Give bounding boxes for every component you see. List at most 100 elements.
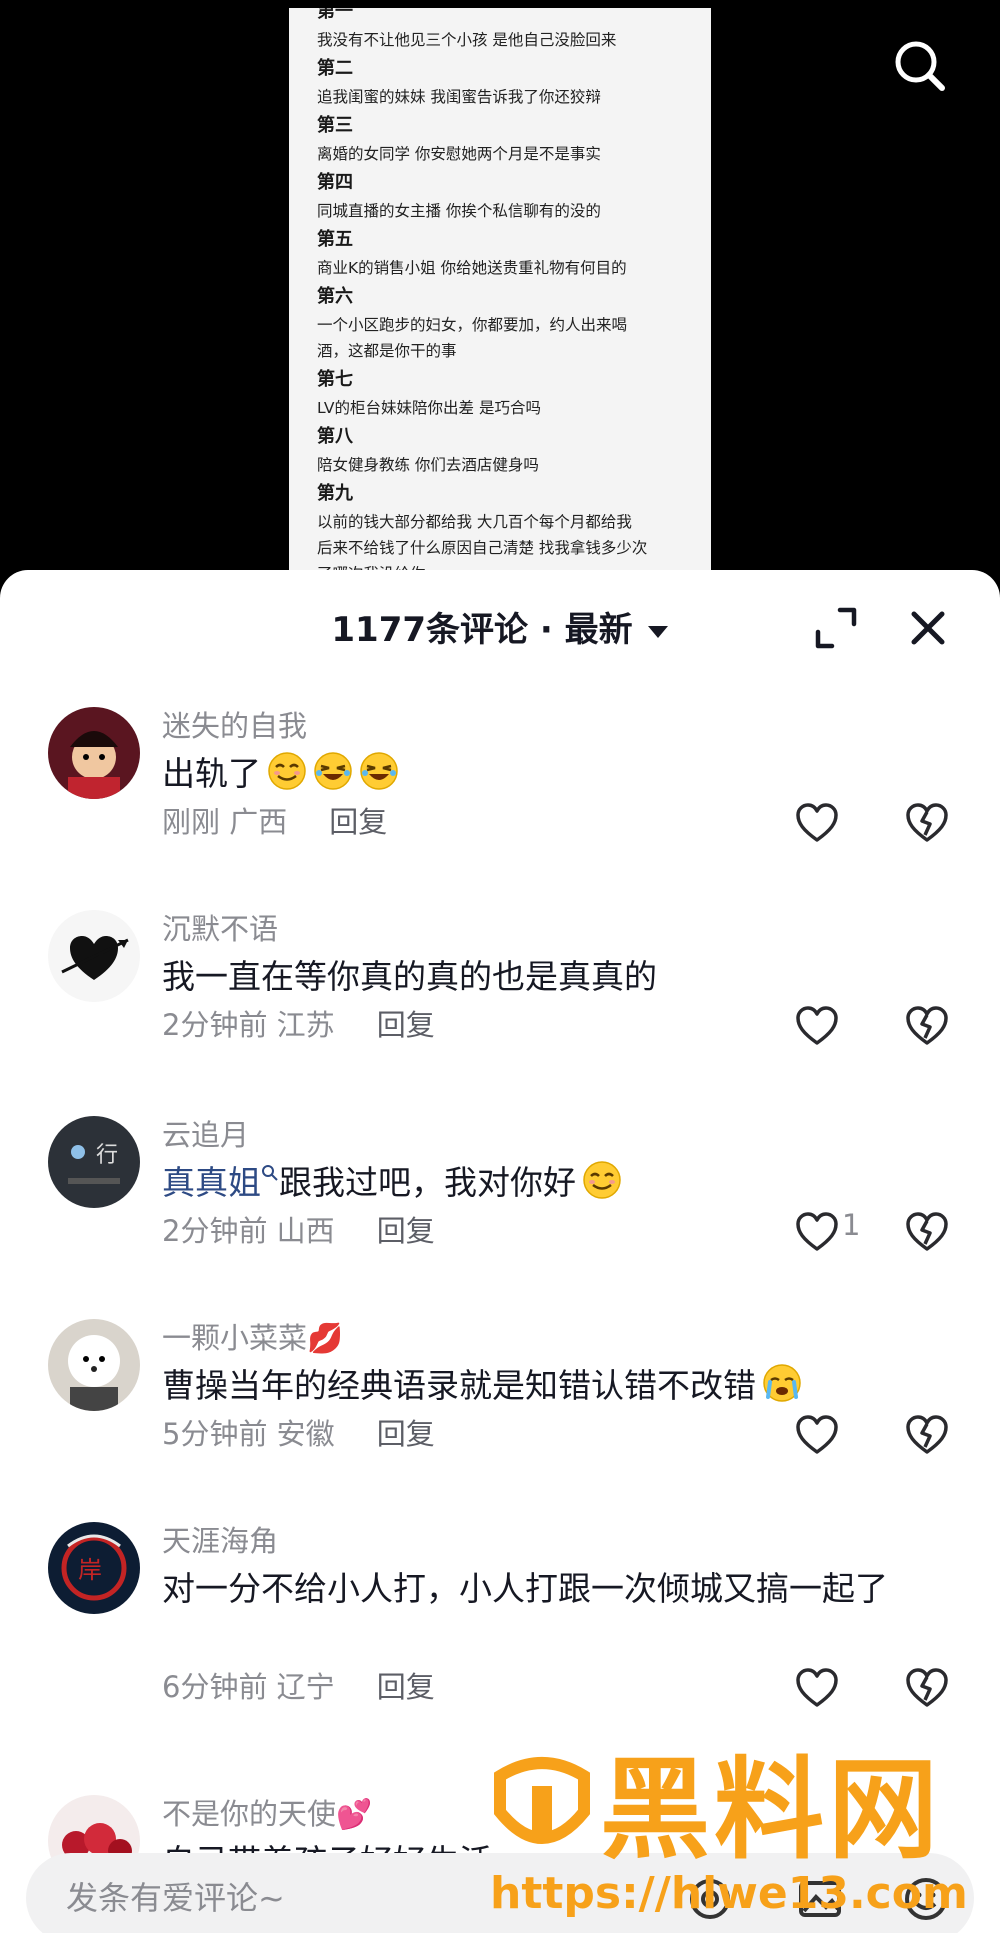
expand-icon[interactable] bbox=[812, 604, 860, 652]
like-button[interactable] bbox=[795, 1006, 839, 1046]
caret-down-icon bbox=[647, 625, 668, 638]
comment-meta: 2分钟前 山西 回复 bbox=[162, 1208, 435, 1250]
dislike-button[interactable] bbox=[905, 1415, 949, 1455]
like-count: 1 bbox=[842, 1208, 861, 1242]
comment-location: 江苏 bbox=[276, 1008, 335, 1042]
video-area[interactable]: 第一 我没有不让他见三个小孩 是他自己没脸回来 第二 追我闺蜜的妹妹 我闺蜜告诉我了你… bbox=[0, 0, 1000, 600]
comment-time: 6分钟前 bbox=[162, 1670, 268, 1704]
reply-button[interactable]: 回复 bbox=[377, 1008, 435, 1042]
at-icon[interactable] bbox=[686, 1875, 734, 1923]
reply-button[interactable]: 回复 bbox=[377, 1417, 435, 1451]
comment-count-title: 1177条评论 · 最新 bbox=[331, 610, 633, 650]
comment-text: 对一分不给小人打，小人打跟一次倾城又搞一起了 bbox=[162, 1564, 962, 1614]
emoji-smirk-icon bbox=[583, 1161, 621, 1199]
search-icon[interactable] bbox=[890, 36, 950, 96]
mention-link[interactable]: 真真姐 bbox=[162, 1163, 261, 1202]
note-heading: 第六 bbox=[317, 286, 353, 307]
note-heading: 第一 bbox=[317, 8, 353, 22]
comment-username[interactable]: 云追月 bbox=[162, 1112, 249, 1154]
comment-username[interactable]: 沉默不语 bbox=[162, 906, 278, 948]
comment-meta: 2分钟前 江苏 回复 bbox=[162, 1002, 435, 1044]
emoji-smirk-icon bbox=[268, 752, 306, 790]
emoji-laugh-icon bbox=[360, 752, 398, 790]
comment-text: 真真姐 跟我过吧，我对你好 bbox=[162, 1158, 962, 1208]
note-image: 第一 我没有不让他见三个小孩 是他自己没脸回来 第二 追我闺蜜的妹妹 我闺蜜告诉我了你… bbox=[289, 8, 711, 600]
svg-text:行: 行 bbox=[96, 1143, 118, 1168]
emoji-cry-icon bbox=[763, 1364, 801, 1402]
comment-body: 我一直在等你真的真的也是真真的 bbox=[162, 957, 657, 996]
close-icon[interactable] bbox=[904, 604, 952, 652]
comment-input[interactable] bbox=[66, 1873, 626, 1923]
note-line: 离婚的女同学 你安慰她两个月是不是事实 bbox=[317, 145, 601, 163]
comment-location: 辽宁 bbox=[276, 1670, 335, 1704]
broken-heart-icon bbox=[906, 803, 948, 842]
comment-meta: 刚刚 广西 回复 bbox=[162, 799, 387, 841]
avatar[interactable] bbox=[48, 1319, 140, 1411]
broken-heart-icon bbox=[906, 1006, 948, 1045]
comment-username[interactable]: 迷失的自我 bbox=[162, 703, 307, 745]
comment-time: 2分钟前 bbox=[162, 1008, 268, 1042]
svg-text:岸: 岸 bbox=[78, 1556, 102, 1584]
comment-text: 曹操当年的经典语录就是知错认错不改错 bbox=[162, 1361, 962, 1411]
comment-input-bar[interactable] bbox=[26, 1853, 974, 1933]
comment-sheet-header: 1177条评论 · 最新 bbox=[0, 570, 1000, 680]
dislike-button[interactable] bbox=[905, 1212, 949, 1252]
comment-body: 曹操当年的经典语录就是知错认错不改错 bbox=[162, 1366, 756, 1405]
note-line: 同城直播的女主播 你挨个私信聊有的没的 bbox=[317, 202, 601, 220]
like-button[interactable] bbox=[795, 1415, 839, 1455]
avatar[interactable]: 岸 bbox=[48, 1522, 140, 1614]
emoji-laugh-icon bbox=[314, 752, 352, 790]
comment-username[interactable]: 不是你的天使💕 bbox=[162, 1791, 372, 1833]
note-heading: 第四 bbox=[317, 172, 353, 193]
note-line: 酒，这都是你干的事 bbox=[317, 342, 457, 360]
avatar[interactable] bbox=[48, 707, 140, 799]
note-line: 商业K的销售小姐 你给她送贵重礼物有何目的 bbox=[317, 259, 627, 277]
note-heading: 第三 bbox=[317, 115, 353, 136]
comment-text: 我一直在等你真的真的也是真真的 bbox=[162, 952, 962, 1002]
note-line: 我没有不让他见三个小孩 是他自己没脸回来 bbox=[317, 31, 617, 49]
note-line: 一个小区跑步的妇女，你都要加，约人出来喝 bbox=[317, 316, 628, 334]
comment-meta: 5分钟前 安徽 回复 bbox=[162, 1411, 435, 1453]
note-heading: 第七 bbox=[317, 369, 353, 390]
note-line: 以前的钱大部分都给我 大几百个每个月都给我 bbox=[317, 513, 632, 531]
heart-icon bbox=[796, 1212, 838, 1251]
comment-body: 出轨了 bbox=[162, 754, 261, 793]
note-line: 追我闺蜜的妹妹 我闺蜜告诉我了你还狡辩 bbox=[317, 88, 601, 106]
avatar[interactable] bbox=[48, 910, 140, 1002]
comment-username[interactable]: 天涯海角 bbox=[162, 1518, 278, 1560]
reply-button[interactable]: 回复 bbox=[329, 805, 387, 839]
like-button[interactable] bbox=[795, 803, 839, 843]
comment-sheet: 1177条评论 · 最新 迷失的自我 出轨了 刚刚 广西 回复 沉默不语 我一直在等你真的… bbox=[0, 570, 1000, 1933]
note-heading: 第五 bbox=[317, 229, 353, 250]
avatar[interactable]: 行 bbox=[48, 1116, 140, 1208]
dislike-button[interactable] bbox=[905, 1668, 949, 1708]
comment-username[interactable]: 一颗小菜菜💋 bbox=[162, 1315, 343, 1357]
note-heading: 第九 bbox=[317, 483, 353, 504]
note-line: 陪女健身教练 你们去酒店健身吗 bbox=[317, 456, 539, 474]
dislike-button[interactable] bbox=[905, 1006, 949, 1046]
dislike-button[interactable] bbox=[905, 803, 949, 843]
comment-location: 广西 bbox=[229, 805, 288, 839]
heart-icon bbox=[796, 1668, 838, 1707]
broken-heart-icon bbox=[906, 1212, 948, 1251]
note-heading: 第八 bbox=[317, 426, 353, 447]
emoji-icon[interactable] bbox=[902, 1875, 950, 1923]
like-button[interactable] bbox=[795, 1212, 839, 1252]
comment-body: 对一分不给小人打，小人打跟一次倾城又搞一起了 bbox=[162, 1569, 888, 1608]
comment-time: 5分钟前 bbox=[162, 1417, 268, 1451]
broken-heart-icon bbox=[906, 1668, 948, 1707]
heart-icon bbox=[796, 1415, 838, 1454]
comment-location: 安徽 bbox=[276, 1417, 335, 1451]
comment-meta: 6分钟前 辽宁 回复 bbox=[162, 1664, 435, 1706]
image-icon[interactable] bbox=[796, 1875, 844, 1923]
comment-location: 山西 bbox=[276, 1214, 335, 1248]
reply-button[interactable]: 回复 bbox=[377, 1670, 435, 1704]
note-line: LV的柜台妹妹陪你出差 是巧合吗 bbox=[317, 399, 541, 417]
comment-time: 刚刚 bbox=[162, 805, 221, 839]
note-line: 后来不给钱了什么原因自己清楚 找我拿钱多少次 bbox=[317, 539, 648, 557]
comment-body: 跟我过吧，我对你好 bbox=[279, 1163, 576, 1202]
reply-button[interactable]: 回复 bbox=[377, 1214, 435, 1248]
comment-text: 出轨了 bbox=[162, 749, 962, 799]
like-button[interactable] bbox=[795, 1668, 839, 1708]
search-mention-icon bbox=[262, 1165, 278, 1181]
